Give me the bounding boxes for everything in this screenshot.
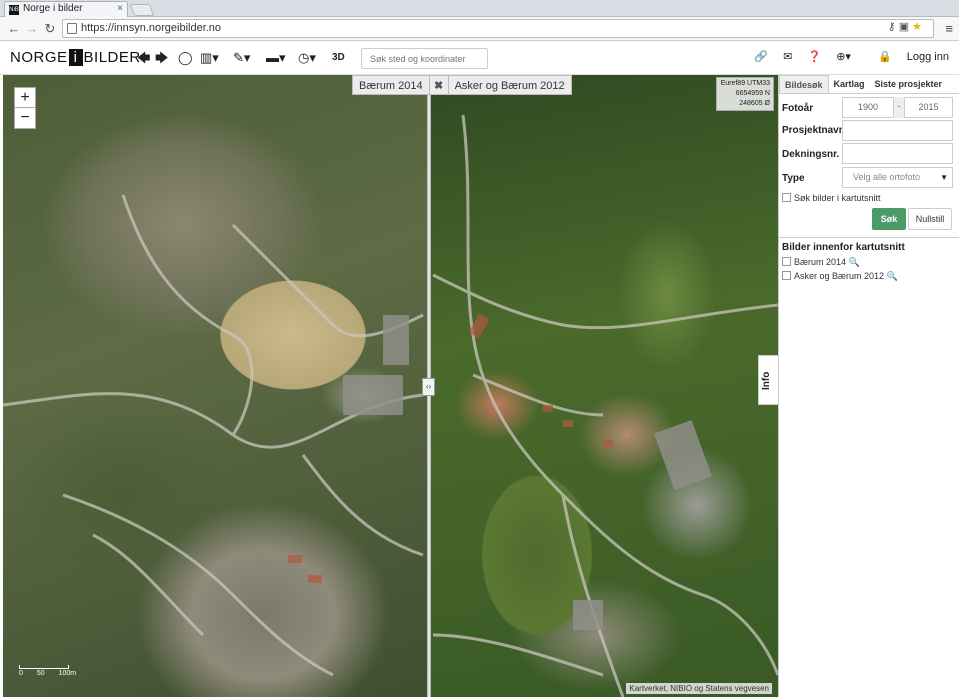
search-in-view-checkbox[interactable]: Søk bilder i kartutsnitt bbox=[782, 193, 881, 203]
3d-button[interactable]: 3D bbox=[332, 49, 345, 66]
browser-tabstrip: NiB Norge i bilder × bbox=[0, 0, 959, 17]
layer-compare-labels: Bærum 2014 ✖ Asker og Bærum 2012 bbox=[352, 75, 572, 95]
clock-icon[interactable]: ◷▾ bbox=[298, 49, 316, 66]
url-field[interactable]: https://innsyn.norgeibilder.no bbox=[62, 19, 934, 38]
pencil-icon[interactable]: ✎▾ bbox=[233, 49, 250, 66]
coord-east: 248605 Ø bbox=[739, 100, 770, 107]
back-icon[interactable]: ← bbox=[6, 21, 22, 37]
zoom-to-icon[interactable]: 🔍 bbox=[849, 257, 860, 267]
circle-select-icon[interactable]: ◯ bbox=[178, 49, 193, 66]
app-toolbar: NORGEiBILDER 🡄 🡆 ◯ ▥▾ ✎▾ ▬▾ ◷▾ 3D 🔗 ✉ ❓ … bbox=[0, 41, 959, 75]
logo-text-right: BILDER bbox=[83, 49, 141, 66]
tab-siste-prosjekter[interactable]: Siste prosjekter bbox=[870, 75, 948, 93]
scale-bar: 0 50 100m bbox=[19, 665, 76, 677]
close-compare-icon[interactable]: ✖ bbox=[429, 75, 448, 95]
tab-bildesok[interactable]: Bildesøk bbox=[779, 75, 829, 93]
type-label: Type bbox=[782, 173, 805, 184]
right-tools: 🔗 ✉ ❓ ⊕▾ 🔒 Logg inn bbox=[742, 50, 949, 63]
year-to-input[interactable]: 2015 bbox=[904, 97, 953, 118]
search-in-view-label: Søk bilder i kartutsnitt bbox=[794, 193, 881, 203]
layer-left-label: Bærum 2014 bbox=[352, 75, 430, 95]
lock-icon: 🔒 bbox=[878, 51, 892, 63]
panel-tabs: Bildesøk Kartlag Siste prosjekter bbox=[779, 75, 959, 94]
browser-tab[interactable]: NiB Norge i bilder × bbox=[4, 1, 128, 17]
zoom-out-button[interactable]: − bbox=[14, 108, 36, 129]
extension-icons[interactable]: ⚷▣★ bbox=[888, 20, 925, 33]
result-label: Bærum 2014 bbox=[794, 257, 847, 267]
zoom-control: + − bbox=[14, 87, 36, 129]
result-label: Asker og Bærum 2012 bbox=[794, 271, 885, 281]
checkbox-icon bbox=[782, 193, 791, 202]
browser-menu-icon[interactable]: ≡ bbox=[945, 21, 953, 36]
login-button[interactable]: 🔒 Logg inn bbox=[866, 51, 949, 63]
road-overlay bbox=[3, 114, 778, 697]
forward-icon[interactable]: → bbox=[24, 21, 40, 37]
checkbox-icon bbox=[782, 271, 791, 280]
attribution: Kartverket, NIBIO og Statens vegvesen bbox=[626, 683, 772, 694]
key-icon: ⚷ bbox=[887, 21, 899, 33]
star-icon: ★ bbox=[912, 21, 925, 33]
login-label: Logg inn bbox=[906, 51, 949, 63]
search-panel: Bildesøk Kartlag Siste prosjekter Fotoår… bbox=[778, 75, 959, 697]
zoom-to-icon[interactable]: 🔍 bbox=[887, 271, 898, 281]
logo[interactable]: NORGE i BILDER bbox=[10, 49, 141, 66]
logo-text-left: NORGE bbox=[10, 49, 68, 66]
address-toolbar: ← → ↻ https://innsyn.norgeibilder.no ⚷▣★… bbox=[0, 17, 959, 41]
tab-title: Norge i bilder bbox=[23, 3, 83, 14]
chevron-down-icon: ▼ bbox=[940, 173, 948, 182]
type-select-value: Velg alle ortofoto bbox=[853, 172, 921, 182]
map-layers-icon[interactable]: ▥▾ bbox=[200, 49, 219, 66]
link-icon[interactable]: 🔗 bbox=[754, 51, 768, 63]
dekningsnr-input[interactable] bbox=[842, 143, 953, 164]
type-select[interactable]: Velg alle ortofoto ▼ bbox=[842, 167, 953, 188]
coordinate-readout: Euref89 UTM33 6654959 N 248605 Ø bbox=[716, 77, 774, 111]
globe-icon[interactable]: ⊕▾ bbox=[836, 51, 851, 63]
year-dash: - bbox=[894, 97, 904, 118]
search-input[interactable] bbox=[361, 48, 488, 69]
url-text: https://innsyn.norgeibilder.no bbox=[81, 22, 222, 34]
close-tab-icon[interactable]: × bbox=[117, 2, 123, 16]
favicon-icon: NiB bbox=[9, 5, 19, 15]
prosjektnavn-label: Prosjektnavn bbox=[782, 125, 845, 136]
result-item[interactable]: Asker og Bærum 2012 🔍 bbox=[782, 271, 898, 282]
layer-right-label: Asker og Bærum 2012 bbox=[447, 75, 572, 95]
checkbox-icon bbox=[782, 257, 791, 266]
print-icon[interactable]: ▬▾ bbox=[266, 49, 286, 66]
coord-system: Euref89 UTM33 bbox=[720, 80, 770, 87]
page-icon bbox=[67, 23, 77, 34]
info-tab[interactable]: Info bbox=[758, 355, 778, 405]
dekningsnr-label: Dekningsnr. bbox=[782, 149, 840, 160]
year-from-input[interactable]: 1900 bbox=[842, 97, 894, 118]
scale-label-0: 0 bbox=[19, 670, 23, 677]
help-icon[interactable]: ❓ bbox=[807, 51, 821, 63]
coord-north: 6654959 N bbox=[735, 90, 770, 97]
result-item[interactable]: Bærum 2014 🔍 bbox=[782, 257, 860, 268]
reset-button[interactable]: Nullstill bbox=[908, 208, 952, 230]
scale-label-100: 100m bbox=[58, 670, 77, 677]
logo-text-mid: i bbox=[68, 49, 83, 66]
info-tab-label: Info bbox=[761, 371, 772, 390]
scale-label-50: 50 bbox=[36, 670, 45, 677]
reload-icon[interactable]: ↻ bbox=[42, 21, 58, 37]
search-button[interactable]: Søk bbox=[872, 208, 906, 230]
divider bbox=[779, 237, 959, 238]
arrow-left-icon[interactable]: 🡄 bbox=[137, 49, 150, 66]
mail-icon[interactable]: ✉ bbox=[783, 51, 792, 63]
new-tab-button[interactable] bbox=[129, 4, 155, 16]
swipe-handle[interactable]: ‹› bbox=[422, 378, 435, 396]
map-view[interactable]: ‹› Bærum 2014 ✖ Asker og Bærum 2012 + − … bbox=[3, 75, 778, 697]
translate-icon: ▣ bbox=[898, 21, 913, 33]
fotoar-label: Fotoår bbox=[782, 103, 814, 114]
arrow-right-icon[interactable]: 🡆 bbox=[155, 49, 168, 66]
prosjektnavn-input[interactable] bbox=[842, 120, 953, 141]
tab-kartlag[interactable]: Kartlag bbox=[829, 75, 870, 93]
zoom-in-button[interactable]: + bbox=[14, 87, 36, 108]
results-title: Bilder innenfor kartutsnitt bbox=[782, 242, 905, 253]
